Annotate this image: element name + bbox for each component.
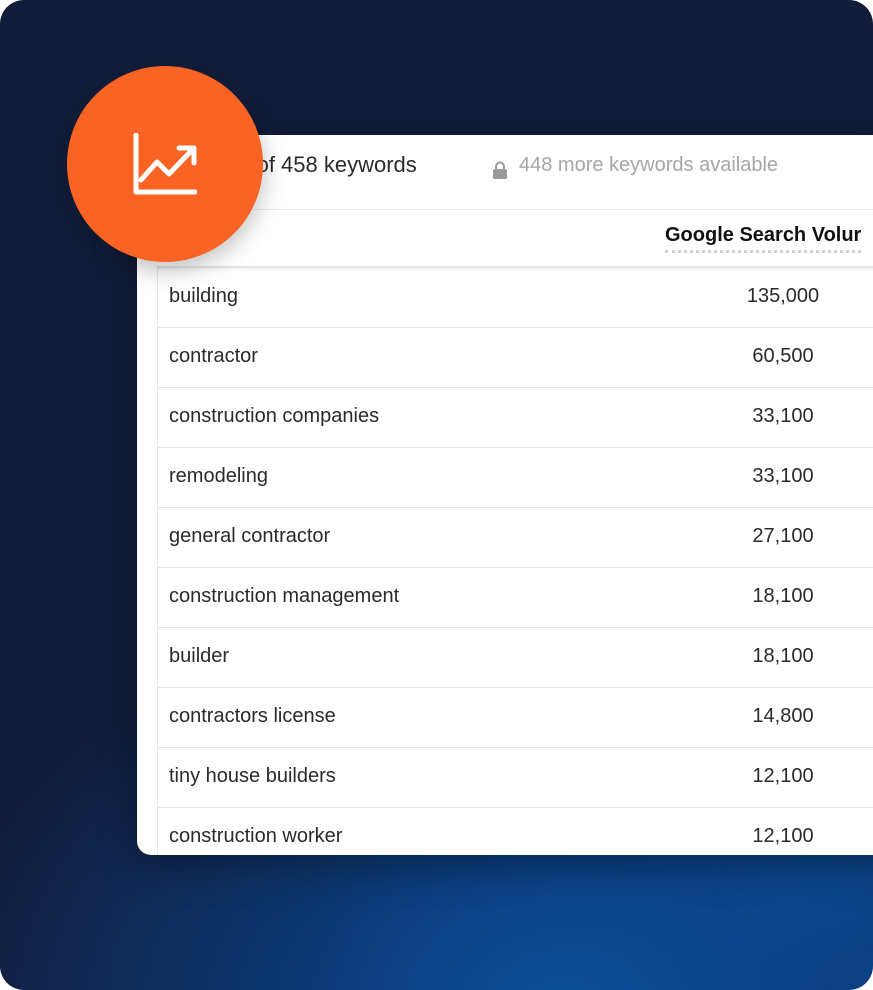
keyword-table-body: building 135,000 contractor 60,500 const… — [157, 268, 873, 855]
trending-chart-icon — [133, 133, 197, 195]
table-row: general contractor 27,100 — [158, 508, 873, 568]
table-row: construction worker 12,100 — [158, 808, 873, 855]
keyword-cell: construction companies — [169, 405, 380, 427]
keyword-cell: remodeling — [169, 465, 268, 487]
volume-cell: 18,100 — [752, 585, 814, 607]
keyword-cell: tiny house builders — [169, 765, 336, 787]
keyword-cell: building — [169, 285, 238, 307]
analytics-badge — [67, 66, 263, 262]
more-keywords-note: 448 more keywords available — [519, 154, 779, 176]
volume-cell: 33,100 — [752, 405, 814, 427]
table-row: contractor 60,500 — [158, 328, 873, 388]
keyword-cell: construction worker — [169, 825, 343, 847]
volume-cell: 60,500 — [752, 345, 814, 367]
promo-stage: 10 of 458 keywords 448 more keywords ava… — [0, 0, 873, 990]
table-row: builder 18,100 — [158, 628, 873, 688]
volume-cell: 135,000 — [746, 285, 820, 307]
keyword-cell: contractors license — [169, 705, 336, 727]
table-row: construction management 18,100 — [158, 568, 873, 628]
table-row: contractors license 14,800 — [158, 688, 873, 748]
table-row: construction companies 33,100 — [158, 388, 873, 448]
table-row: remodeling 33,100 — [158, 448, 873, 508]
volume-cell: 27,100 — [752, 525, 814, 547]
lock-icon — [493, 161, 507, 179]
table-row: building 135,000 — [158, 268, 873, 328]
volume-cell: 12,100 — [752, 765, 814, 787]
keyword-results-card: 10 of 458 keywords 448 more keywords ava… — [137, 135, 873, 855]
column-header-search-volume[interactable]: Google Search Volur — [665, 224, 862, 253]
keyword-cell: general contractor — [169, 525, 331, 547]
table-header: ords Google Search Volur — [157, 210, 873, 268]
volume-cell: 33,100 — [752, 465, 814, 487]
keyword-cell: contractor — [169, 345, 258, 367]
volume-cell: 18,100 — [752, 645, 814, 667]
table-row: tiny house builders 12,100 — [158, 748, 873, 808]
keyword-cell: builder — [169, 645, 230, 667]
keyword-cell: construction management — [169, 585, 400, 607]
volume-cell: 14,800 — [752, 705, 814, 727]
volume-cell: 12,100 — [752, 825, 814, 847]
